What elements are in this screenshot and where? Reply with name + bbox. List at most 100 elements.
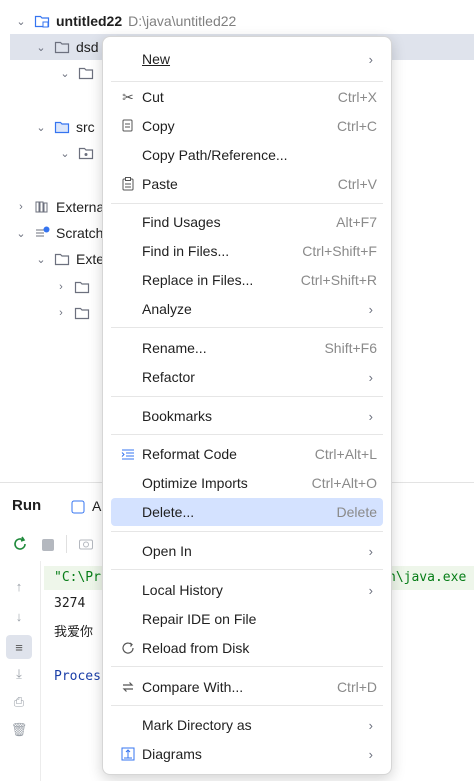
menu-separator <box>111 666 383 667</box>
copy-icon <box>119 117 137 135</box>
chevron-down-icon[interactable]: ⌄ <box>34 121 48 134</box>
rerun-icon[interactable] <box>12 536 28 557</box>
scroll-to-end-icon[interactable]: ⤓ <box>10 665 28 683</box>
menu-shortcut: Ctrl+X <box>337 89 377 105</box>
menu-separator <box>111 396 383 397</box>
menu-label: Paste <box>142 176 178 192</box>
menu-item-bookmarks[interactable]: Bookmarks › <box>111 402 383 430</box>
menu-separator <box>111 81 383 82</box>
tree-item-label: dsd <box>76 39 99 55</box>
tree-root[interactable]: ⌄ untitled22 D:\java\untitled22 <box>14 8 236 34</box>
chevron-right-icon: › <box>368 582 373 598</box>
menu-label: Local History <box>142 582 223 598</box>
chevron-right-icon: › <box>368 717 373 733</box>
arrow-up-icon[interactable]: ↑ <box>10 577 28 595</box>
tree-item-extensions[interactable]: ⌄ Exte <box>34 246 104 272</box>
menu-item-new[interactable]: New › <box>111 45 383 73</box>
chevron-down-icon[interactable]: ⌄ <box>14 15 28 28</box>
menu-separator <box>111 327 383 328</box>
menu-item-local-history[interactable]: Local History › <box>111 576 383 604</box>
tree-item-sub1[interactable]: › <box>54 274 96 300</box>
menu-item-reformat-code[interactable]: Reformat Code Ctrl+Alt+L <box>111 440 383 468</box>
menu-item-copy[interactable]: Copy Ctrl+C <box>111 112 383 140</box>
menu-label: Bookmarks <box>142 408 213 424</box>
tree-item-scratches[interactable]: ⌄ Scratch <box>14 220 103 246</box>
menu-item-refactor[interactable]: Refactor › <box>111 363 383 391</box>
menu-item-reload-from-disk[interactable]: Reload from Disk <box>111 634 383 662</box>
scissors-icon: ✂ <box>122 88 134 105</box>
menu-label: Compare With... <box>142 679 244 695</box>
menu-separator <box>111 705 383 706</box>
menu-shortcut: Ctrl+Alt+O <box>311 475 377 491</box>
tree-item-package[interactable]: ⌄ <box>58 140 100 166</box>
run-panel-title: Run <box>12 497 42 514</box>
menu-item-find-in-files[interactable]: Find in Files... Ctrl+Shift+F <box>111 237 383 265</box>
soft-wrap-icon[interactable]: ≡ <box>6 635 32 659</box>
compare-icon <box>119 678 137 696</box>
menu-label: Find in Files... <box>142 243 230 259</box>
chevron-down-icon[interactable]: ⌄ <box>14 227 28 240</box>
menu-shortcut: Ctrl+V <box>337 176 377 192</box>
menu-label: Repair IDE on File <box>142 611 257 627</box>
menu-separator <box>111 434 383 435</box>
menu-item-repair-ide[interactable]: Repair IDE on File <box>111 605 383 633</box>
print-icon[interactable]: ⎙ <box>10 693 28 711</box>
menu-label: Cut <box>142 89 164 105</box>
menu-item-copy-path[interactable]: Copy Path/Reference... <box>111 141 383 169</box>
menu-label: Find Usages <box>142 214 221 230</box>
menu-item-replace-in-files[interactable]: Replace in Files... Ctrl+Shift+R <box>111 266 383 294</box>
camera-icon[interactable] <box>78 536 94 557</box>
folder-icon <box>74 305 90 321</box>
menu-label: Refactor <box>142 369 195 385</box>
tree-item-sub2[interactable]: › <box>54 300 96 326</box>
library-icon <box>34 199 50 215</box>
chevron-down-icon[interactable]: ⌄ <box>34 253 48 266</box>
chevron-right-icon: › <box>368 369 373 385</box>
tree-item-child[interactable]: ⌄ <box>58 60 100 86</box>
menu-label: Delete... <box>142 504 195 520</box>
chevron-right-icon: › <box>368 746 373 762</box>
menu-item-find-usages[interactable]: Find Usages Alt+F7 <box>111 208 383 236</box>
menu-item-cut[interactable]: ✂ Cut Ctrl+X <box>111 83 383 111</box>
chevron-right-icon: › <box>368 51 373 67</box>
chevron-right-icon[interactable]: › <box>54 307 68 319</box>
chevron-right-icon[interactable]: › <box>54 281 68 293</box>
menu-shortcut: Shift+F6 <box>324 340 377 356</box>
chevron-right-icon: › <box>368 301 373 317</box>
reformat-icon <box>119 445 137 463</box>
menu-separator <box>111 203 383 204</box>
tree-item-src[interactable]: ⌄ src <box>34 114 95 140</box>
folder-icon <box>74 279 90 295</box>
menu-label: Copy <box>142 118 175 134</box>
application-icon <box>70 499 86 515</box>
folder-icon <box>78 65 94 81</box>
menu-item-diagrams[interactable]: Diagrams › <box>111 740 383 768</box>
menu-item-compare-with[interactable]: Compare With... Ctrl+D <box>111 673 383 701</box>
menu-item-mark-directory[interactable]: Mark Directory as › <box>111 711 383 739</box>
root-name: untitled22 <box>56 13 123 29</box>
tree-item-external[interactable]: › Externa <box>14 194 104 220</box>
menu-item-analyze[interactable]: Analyze › <box>111 295 383 323</box>
menu-separator <box>111 531 383 532</box>
stop-icon[interactable] <box>42 539 54 551</box>
chevron-down-icon[interactable]: ⌄ <box>34 41 48 54</box>
menu-item-rename[interactable]: Rename... Shift+F6 <box>111 334 383 362</box>
tree-item-label: Exte <box>76 251 105 267</box>
menu-shortcut: Alt+F7 <box>336 214 377 230</box>
chevron-down-icon[interactable]: ⌄ <box>58 67 72 80</box>
menu-label: Rename... <box>142 340 207 356</box>
tree-item-label: src <box>76 119 95 135</box>
menu-item-optimize-imports[interactable]: Optimize Imports Ctrl+Alt+O <box>111 469 383 497</box>
console-process-line: Proces <box>54 669 101 684</box>
run-sidebar: ↑ ↓ ≡ ⤓ ⎙ 🗑 <box>0 561 41 781</box>
menu-item-delete[interactable]: Delete... Delete <box>111 498 383 526</box>
menu-item-open-in[interactable]: Open In › <box>111 537 383 565</box>
chevron-right-icon[interactable]: › <box>14 201 28 213</box>
menu-item-paste[interactable]: Paste Ctrl+V <box>111 170 383 198</box>
run-tab[interactable]: A <box>92 498 101 514</box>
menu-shortcut: Ctrl+D <box>336 679 377 695</box>
arrow-down-icon[interactable]: ↓ <box>10 607 28 625</box>
chevron-down-icon[interactable]: ⌄ <box>58 147 72 160</box>
trash-icon[interactable]: 🗑 <box>10 721 28 739</box>
paste-icon <box>119 175 137 193</box>
